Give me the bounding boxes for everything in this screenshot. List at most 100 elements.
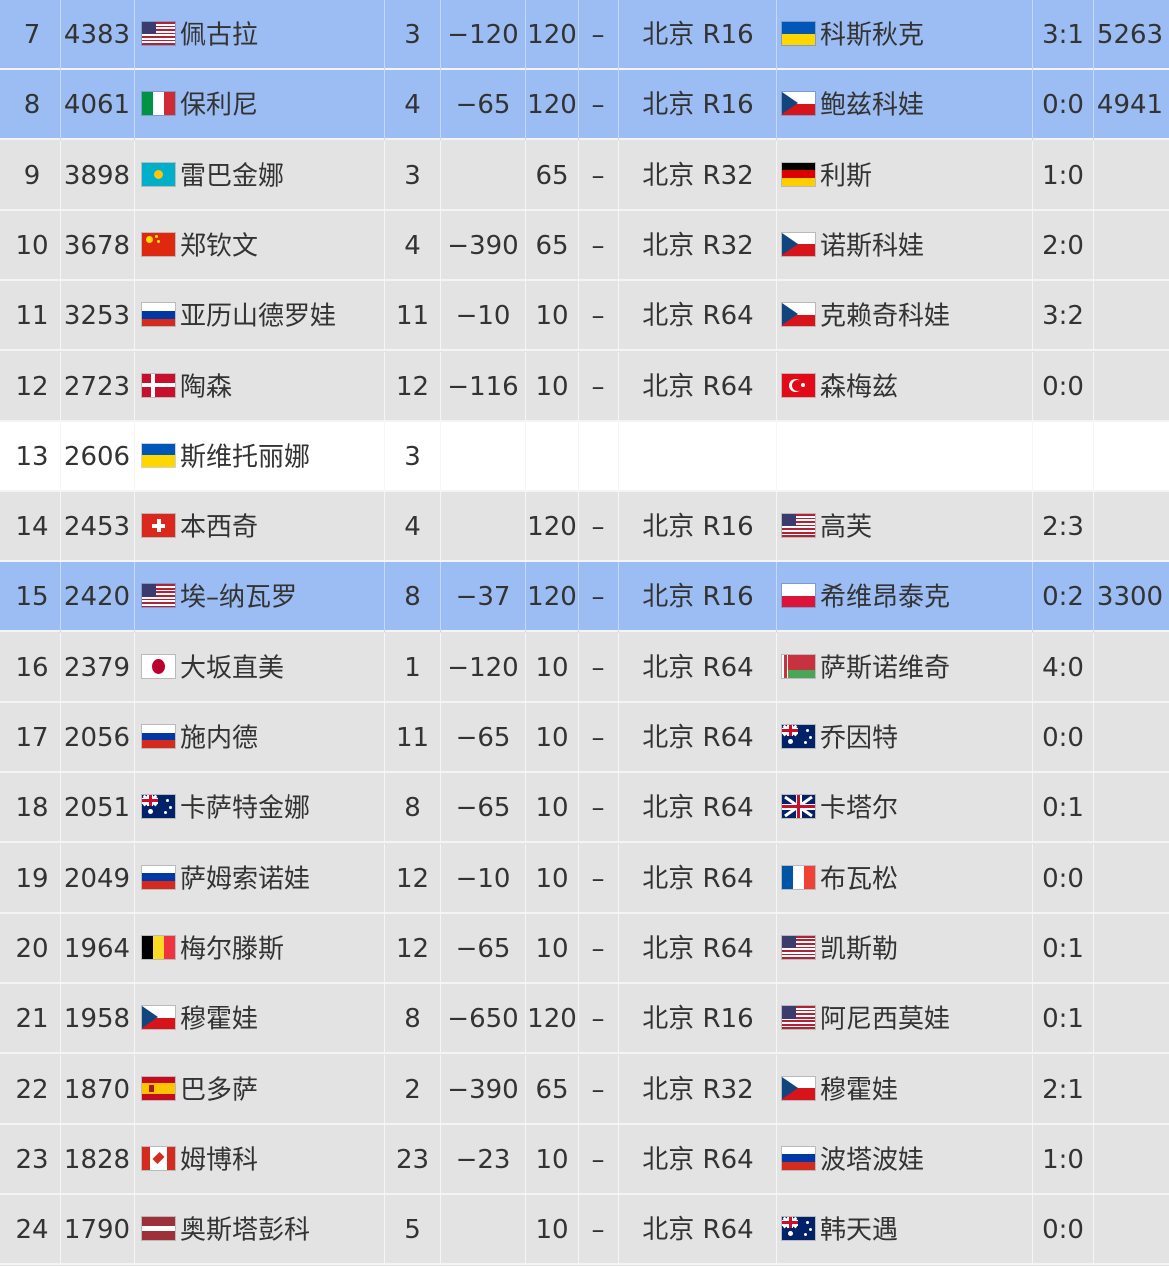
points-diff-cell: −65 [455, 723, 511, 753]
player-name: 斯维托丽娜 [180, 442, 311, 473]
column-divider [618, 492, 619, 563]
player-cell: 斯维托丽娜 [142, 422, 382, 492]
points-cell: 1790 [63, 1215, 131, 1246]
seed-cell: 1 [404, 652, 421, 683]
table-row: 12 2723 陶森 12 −116 10– 北京 R64 森梅兹 0:0 [0, 351, 1169, 422]
france-flag-icon [782, 865, 815, 889]
column-divider [618, 632, 619, 703]
points-cell: 1870 [63, 1074, 131, 1105]
usa-flag-icon [782, 935, 815, 959]
h2h-score-cell: 0:0 [1042, 723, 1084, 753]
opponent-cell: 科斯秋克 [782, 0, 1032, 70]
seed-cell: 4 [404, 230, 421, 261]
points-diff-cell: −23 [455, 1144, 511, 1175]
points-cell: 2049 [63, 863, 131, 894]
rank-cell: 23 [15, 1144, 49, 1175]
event-round-cell: 北京 R16 [642, 90, 754, 121]
russia-flag-icon [142, 303, 175, 327]
points-cell: 2420 [63, 582, 131, 613]
opponent-name: 利斯 [820, 161, 873, 192]
points-diff-cell: −10 [455, 863, 511, 894]
points-cell: 2379 [63, 652, 131, 683]
player-name: 佩古拉 [180, 20, 259, 51]
event-round-cell: 北京 R64 [642, 863, 754, 894]
dash-cell: – [591, 301, 605, 332]
table-row: 16 2379 大坂直美 1 −120 10– 北京 R64 萨斯诺维奇 4:0 [0, 632, 1169, 703]
column-divider [776, 210, 777, 281]
player-cell: 亚历山德罗娃 [142, 281, 382, 351]
seed-cell: 11 [395, 723, 430, 753]
h2h-score-cell: 0:0 [1042, 863, 1084, 894]
column-divider [618, 281, 619, 352]
points-diff-cell: −37 [455, 582, 511, 613]
defend-points-cell: 120 [527, 512, 577, 543]
player-cell: 巴多萨 [142, 1055, 382, 1125]
opponent-cell: 萨斯诺维奇 [782, 633, 1032, 703]
h2h-score-cell: 1:0 [1042, 1144, 1084, 1175]
column-divider [776, 421, 777, 492]
projected-points-cell [1094, 633, 1166, 703]
opponent-cell: 诺斯科娃 [782, 211, 1032, 281]
column-divider [134, 1054, 135, 1125]
points-cell: 1828 [63, 1144, 131, 1175]
projected-points-cell [1094, 1055, 1166, 1125]
usa-flag-icon [142, 22, 175, 45]
points-diff-cell [441, 141, 525, 211]
points-diff-cell [441, 492, 525, 562]
ukraine-flag-icon [782, 22, 815, 45]
defend-points-cell: 65 [535, 230, 569, 261]
column-divider [134, 773, 135, 844]
seed-cell: 11 [395, 301, 430, 332]
h2h-score-cell: 0:2 [1042, 582, 1084, 613]
column-divider [776, 281, 777, 352]
event-round-cell: 北京 R16 [642, 582, 754, 613]
column-divider [134, 1124, 135, 1195]
projected-points-cell [1094, 773, 1166, 843]
table-row: 7 4383 佩古拉 3 −120 120– 北京 R16 科斯秋克 3:1 5263 [0, 0, 1169, 70]
seed-cell: 3 [404, 160, 421, 191]
dash-cell: – [591, 371, 605, 402]
column-divider [618, 210, 619, 281]
spain-flag-icon [142, 1076, 175, 1100]
rank-cell: 22 [15, 1074, 49, 1105]
rank-cell: 19 [15, 863, 49, 894]
player-name: 亚历山德罗娃 [180, 301, 337, 332]
opponent-cell: 森梅兹 [782, 352, 1032, 422]
column-divider [134, 562, 135, 633]
ranking-table: 7 4383 佩古拉 3 −120 120– 北京 R16 科斯秋克 3:1 5263 8 4061 保… [0, 0, 1169, 1266]
dash-cell: – [591, 863, 605, 894]
rank-cell: 21 [15, 1004, 49, 1035]
h2h-score-cell: 3:1 [1042, 20, 1084, 50]
column-divider [618, 562, 619, 633]
event-round-cell: 北京 R64 [642, 793, 754, 824]
player-cell: 卡萨特金娜 [142, 773, 382, 843]
event-round-cell: 北京 R16 [642, 1004, 754, 1035]
australia-flag-icon [142, 795, 175, 819]
projected-points-cell [1094, 281, 1166, 351]
opponent-name: 萨斯诺维奇 [820, 653, 951, 684]
projected-points-cell: 4941 [1096, 90, 1164, 121]
rank-cell: 18 [15, 793, 49, 824]
points-cell: 3898 [63, 160, 131, 191]
event-round-cell [620, 422, 776, 492]
projected-points-cell [1094, 1125, 1166, 1195]
table-row: 13 2606 斯维托丽娜 3 [0, 421, 1169, 492]
event-round-cell: 北京 R64 [642, 301, 754, 332]
czech-flag-icon [782, 232, 815, 256]
player-cell: 本西奇 [142, 492, 382, 562]
dash-cell: – [591, 582, 605, 613]
ukraine-flag-icon [142, 443, 175, 467]
defend-points-cell: 120 [527, 582, 577, 613]
dash-cell: – [591, 1004, 605, 1035]
rank-cell: 17 [15, 723, 49, 753]
russia-flag-icon [142, 865, 175, 889]
opponent-name: 卡塔尔 [820, 793, 899, 824]
seed-cell: 12 [395, 933, 430, 964]
player-name: 本西奇 [180, 512, 259, 543]
points-cell: 2606 [63, 441, 131, 472]
rank-cell: 24 [15, 1215, 49, 1246]
points-diff-cell: −390 [447, 1074, 519, 1105]
event-round-cell: 北京 R32 [642, 230, 754, 261]
points-cell: 4061 [63, 90, 131, 121]
russia-flag-icon [142, 725, 175, 748]
